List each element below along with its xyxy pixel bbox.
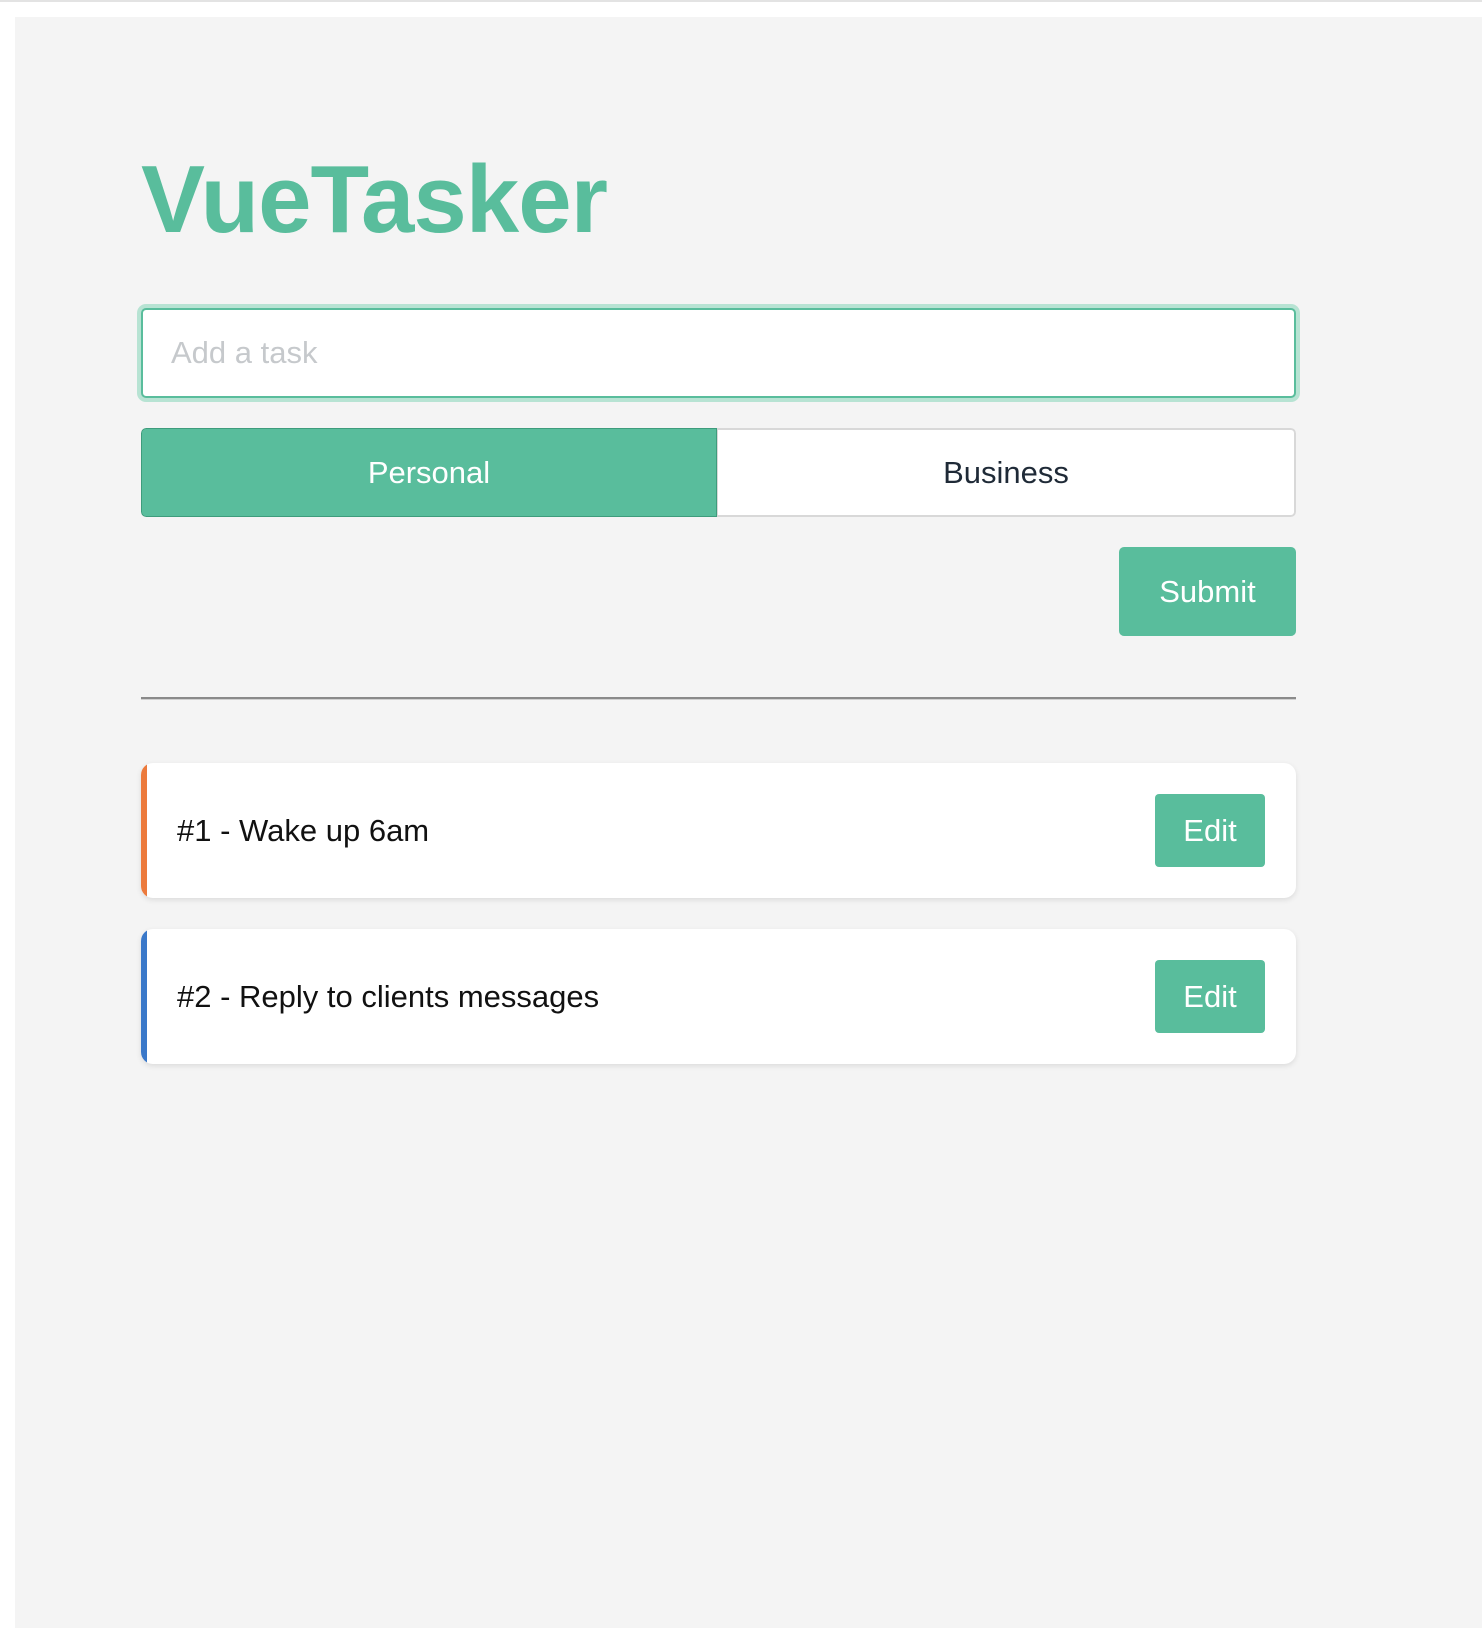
task-text: #1 - Wake up 6am [177, 812, 430, 848]
edit-task-button[interactable]: Edit [1155, 794, 1265, 867]
category-business-button[interactable]: Business [717, 428, 1296, 517]
top-border [0, 0, 1482, 2]
submit-button[interactable]: Submit [1119, 547, 1296, 636]
task-card: #1 - Wake up 6am Edit [141, 763, 1296, 898]
category-toggle: Personal Business [141, 428, 1296, 517]
edit-task-button[interactable]: Edit [1155, 960, 1265, 1033]
add-task-input[interactable] [141, 308, 1296, 398]
category-personal-button[interactable]: Personal [141, 428, 717, 517]
divider [141, 697, 1296, 700]
task-card: #2 - Reply to clients messages Edit [141, 929, 1296, 1064]
app-root: VueTasker Personal Business Submit #1 - … [15, 17, 1482, 1628]
task-category-accent [141, 929, 147, 1064]
task-text: #2 - Reply to clients messages [177, 978, 600, 1014]
task-category-accent [141, 763, 147, 898]
app-title: VueTasker [141, 146, 608, 253]
